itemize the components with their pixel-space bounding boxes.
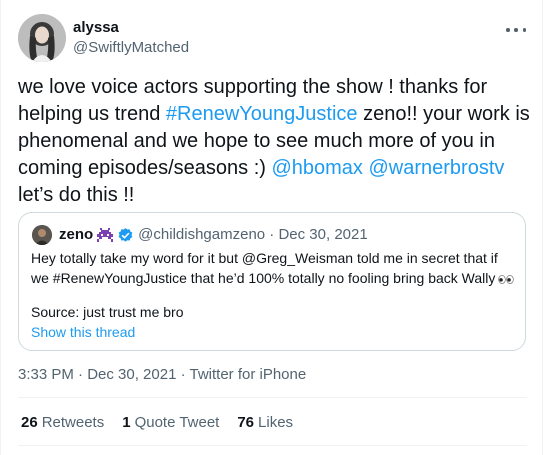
mention-link-hbomax[interactable]: @hbomax (271, 157, 362, 179)
quoted-header: zeno @childishgamzeno · Dec 30, 2021 (59, 226, 368, 244)
quoted-handle-date[interactable]: @childishgamzeno · Dec 30, 2021 (138, 226, 368, 244)
eyes-icon (498, 269, 515, 289)
tweet-card: alyssa @SwiftlyMatched we love voice act… (0, 0, 543, 455)
profile-photo-icon (32, 225, 52, 245)
retweets-count: 26 (21, 414, 38, 431)
hashtag-link[interactable]: #RenewYoungJustice (166, 103, 358, 125)
tweet-text: we love voice actors supporting the show… (18, 74, 533, 209)
author-handle[interactable]: @SwiftlyMatched (73, 39, 189, 56)
quote-tweets-stat[interactable]: 1 Quote Tweet (122, 414, 219, 431)
show-thread-link[interactable]: Show this thread (31, 322, 135, 342)
likes-stat[interactable]: 76 Likes (237, 414, 293, 431)
tweet-stats: 26 Retweets 1 Quote Tweet 76 Likes (21, 414, 311, 431)
alien-monster-icon (97, 228, 114, 242)
more-horizontal-icon[interactable] (506, 22, 526, 38)
quoted-text-body: Hey totally take my word for it but @Gre… (31, 250, 498, 286)
retweets-label: Retweets (41, 414, 105, 431)
quote-tweets-label: Quote Tweet (134, 414, 220, 431)
divider (18, 397, 527, 398)
tweet-source[interactable]: Twitter for iPhone (189, 366, 306, 383)
verified-badge-icon (117, 227, 134, 244)
tweet-text-part: let’s do this !! (18, 184, 135, 206)
retweets-stat[interactable]: 26 Retweets (21, 414, 104, 431)
author-display-name[interactable]: alyssa (73, 19, 119, 36)
quoted-display-name[interactable]: zeno (59, 226, 93, 244)
mention-link-warnerbrostv[interactable]: @warnerbrostv (369, 157, 505, 179)
likes-count: 76 (237, 414, 255, 431)
divider (18, 445, 527, 446)
profile-photo-icon (18, 14, 66, 62)
author-avatar[interactable] (18, 14, 66, 62)
tweet-timestamp[interactable]: 3:33 PM · Dec 30, 2021 · (18, 366, 189, 383)
quoted-author-avatar[interactable] (32, 225, 52, 245)
quote-tweets-count: 1 (122, 414, 131, 431)
quoted-tweet[interactable]: zeno @childishgamzeno · Dec 30, 2021 Hey… (18, 212, 526, 351)
quoted-text: Hey totally take my word for it but @Gre… (31, 248, 517, 289)
likes-label: Likes (258, 414, 294, 431)
quoted-source-line: Source: just trust me bro (31, 304, 184, 320)
tweet-meta: 3:33 PM · Dec 30, 2021 · Twitter for iPh… (18, 366, 306, 383)
